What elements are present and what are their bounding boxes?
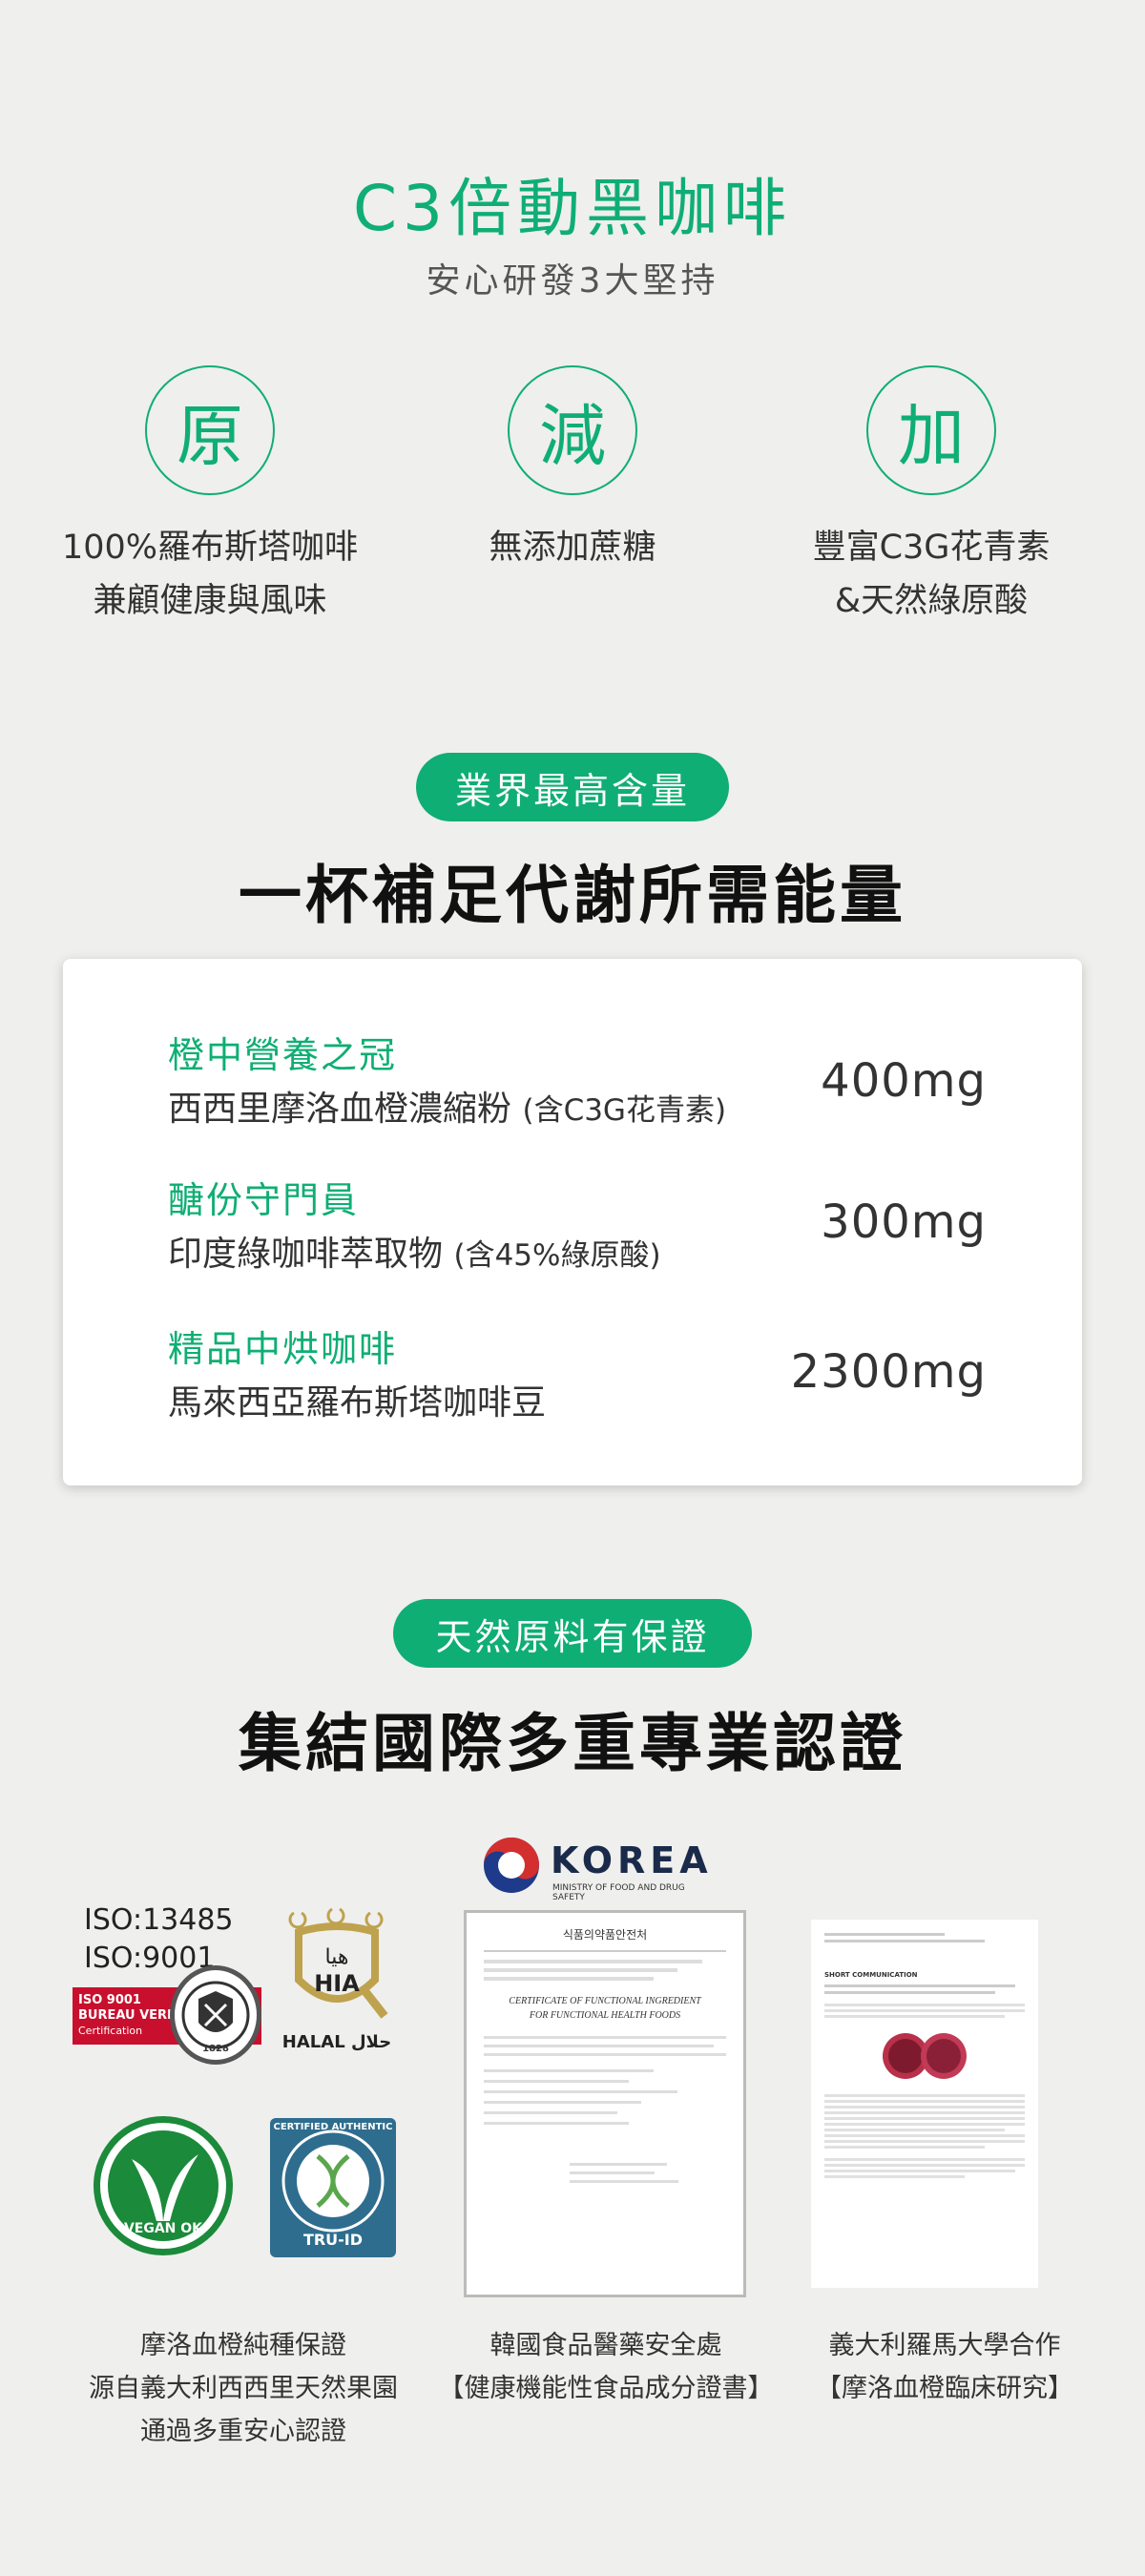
- korea-certificate-document: 식품의약품안전처 CERTIFICATE OF FUNCTIONAL INGRE…: [464, 1910, 746, 2297]
- feature-circle-original: 原: [145, 365, 275, 495]
- korea-taegeuk-icon: [484, 1838, 539, 1893]
- cert-caption-1: 摩洛血橙純種保證 源自義大利西西里天然果園 通過多重安心認證: [48, 2324, 439, 2453]
- ingredient-desc: 馬來西亞羅布斯塔咖啡豆: [168, 1375, 546, 1424]
- ingredient-title: 醣份守門員: [168, 1179, 360, 1221]
- korea-name: KOREA: [551, 1839, 713, 1881]
- cert-heading: 集結國際多重專業認證: [239, 1707, 906, 1780]
- feature-char: 原: [145, 365, 275, 495]
- feature-char: 減: [508, 365, 637, 495]
- cert-caption-3: 義大利羅馬大學合作 【摩洛血橙臨床研究】: [782, 2324, 1107, 2410]
- caption-line: 通過多重安心認證: [140, 2417, 346, 2446]
- ingredient-amount: 2300mg: [790, 1345, 987, 1399]
- ingredient-amount: 400mg: [821, 1054, 987, 1108]
- ingredient-name: 西西里摩洛血橙濃縮粉: [168, 1090, 512, 1129]
- feature-line: 100%羅布斯塔咖啡: [61, 529, 359, 567]
- korea-ministry: MINISTRY OF FOOD AND DRUG SAFETY: [552, 1883, 685, 1902]
- caption-line: 韓國食品醫藥安全處: [489, 2331, 722, 2360]
- ingredient-amount: 300mg: [821, 1195, 987, 1249]
- ingredient-note: (含45%綠原酸): [453, 1238, 661, 1273]
- vegan-text: VEGAN OK: [123, 2221, 203, 2236]
- korea-mfds-logo: KOREA MINISTRY OF FOOD AND DRUG SAFETY: [482, 1832, 713, 1902]
- blood-orange-image: [824, 2029, 1025, 2083]
- feature-circle-add: 加: [866, 365, 996, 495]
- cert-badge: 天然原料有保證: [393, 1599, 752, 1668]
- certificate-header: 식품의약품안전처: [562, 1928, 648, 1942]
- research-paper-document: SHORT COMMUNICATION: [811, 1920, 1038, 2288]
- ingredient-title: 橙中營養之冠: [168, 1034, 398, 1076]
- page-subtitle: 安心研發3大堅持: [426, 261, 719, 301]
- ingredient-note: (含C3G花青素): [522, 1093, 727, 1128]
- hia-arabic: هيا: [324, 1945, 349, 1969]
- certificate-title-1: CERTIFICATE OF FUNCTIONAL INGREDIENT: [509, 1996, 701, 2006]
- caption-line: 摩洛血橙純種保證: [140, 2331, 346, 2360]
- content-heading: 一杯補足代謝所需能量: [239, 859, 906, 932]
- vegan-ok-logo: VEGAN OK: [94, 2116, 233, 2255]
- feature-circle-reduce: 減: [508, 365, 637, 495]
- certificate-title-2: FOR FUNCTIONAL HEALTH FOODS: [529, 2010, 681, 2021]
- feature-line: &天然綠原酸: [834, 582, 1029, 620]
- page-title: C3倍動黑咖啡: [352, 172, 793, 245]
- caption-line: 源自義大利西西里天然果園: [89, 2374, 398, 2403]
- tru-id-logo: CERTIFIED AUTHENTIC TRU-ID: [270, 2118, 396, 2257]
- feature-text-add: 豐富C3G花青素 &天然綠原酸: [731, 521, 1132, 628]
- feature-text-original: 100%羅布斯塔咖啡 兼顧健康與風味: [10, 521, 410, 628]
- content-badge: 業界最高含量: [416, 753, 729, 821]
- feature-line: 無添加蔗糖: [489, 529, 656, 567]
- ingredient-title: 精品中烘咖啡: [168, 1328, 398, 1370]
- cert-caption-2: 韓國食品醫藥安全處 【健康機能性食品成分證書】: [420, 2324, 792, 2410]
- bureau-veritas-seal-icon: 1828: [170, 1965, 261, 2065]
- caption-line: 義大利羅馬大學合作: [828, 2331, 1061, 2360]
- ingredient-desc: 西西里摩洛血橙濃縮粉 (含C3G花青素): [168, 1081, 726, 1131]
- ingredient-name: 印度綠咖啡萃取物: [168, 1235, 444, 1274]
- hia-halal-text: HALAL حلال: [281, 2032, 392, 2052]
- hia-abbr: HIA: [314, 1970, 360, 1997]
- ingredient-name: 馬來西亞羅布斯塔咖啡豆: [168, 1383, 547, 1423]
- feature-char: 加: [866, 365, 996, 495]
- caption-line: 【健康機能性食品成分證書】: [438, 2374, 774, 2403]
- tru-id-label: TRU-ID: [302, 2231, 364, 2249]
- iso-13485: ISO:13485: [84, 1903, 234, 1937]
- feature-text-reduce: 無添加蔗糖: [372, 521, 773, 574]
- hia-halal-logo: هيا HIA HALAL حلال: [280, 1903, 394, 2066]
- bv-seal-year: 1828: [202, 2044, 229, 2054]
- ingredients-card: 橙中營養之冠 西西里摩洛血橙濃縮粉 (含C3G花青素) 400mg 醣份守門員 …: [63, 959, 1082, 1485]
- feature-line: 兼顧健康與風味: [93, 582, 327, 620]
- ingredient-desc: 印度綠咖啡萃取物 (含45%綠原酸): [168, 1226, 661, 1276]
- caption-line: 【摩洛血橙臨床研究】: [816, 2374, 1073, 2403]
- feature-line: 豐富C3G花青素: [812, 529, 1051, 567]
- paper-heading: SHORT COMMUNICATION: [824, 1971, 918, 1979]
- tru-id-ring-text: CERTIFIED AUTHENTIC: [273, 2122, 393, 2132]
